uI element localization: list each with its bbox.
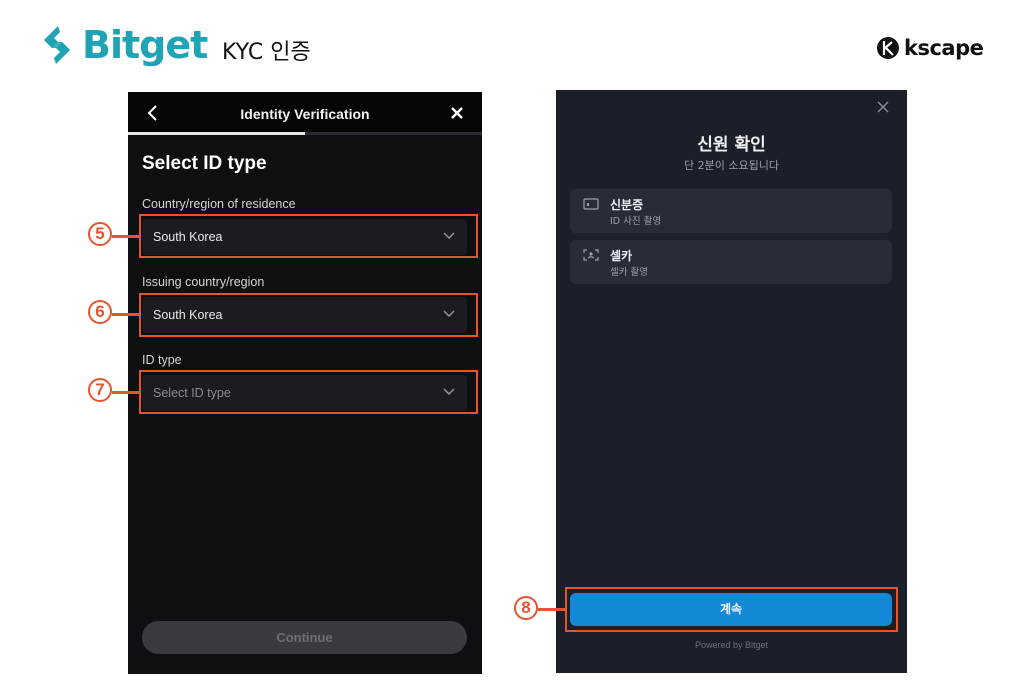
id-type-label: ID type bbox=[142, 353, 182, 367]
proceed-button[interactable]: 계속 bbox=[570, 593, 892, 626]
modal-subtitle: 단 2분이 소요됩니다 bbox=[684, 159, 779, 172]
progress-bar bbox=[128, 132, 482, 135]
issuing-country-label: Issuing country/region bbox=[142, 275, 265, 289]
residence-select[interactable]: South Korea bbox=[142, 219, 467, 255]
step-badge-6: 6 bbox=[88, 300, 112, 324]
chevron-down-icon bbox=[443, 388, 455, 395]
bitget-wordmark: Bitget bbox=[82, 23, 208, 67]
option-subtitle: 셀카 촬영 bbox=[610, 267, 648, 278]
connector-line bbox=[538, 608, 566, 611]
option-id-card[interactable]: 신분증 ID 사진 촬영 bbox=[570, 189, 892, 233]
connector-line bbox=[112, 235, 140, 238]
id-type-select[interactable]: Select ID type bbox=[142, 375, 467, 411]
issuing-country-select[interactable]: South Korea bbox=[142, 297, 467, 333]
chevron-down-icon bbox=[443, 310, 455, 317]
issuing-country-value: South Korea bbox=[153, 308, 223, 322]
nav-bar: Identity Verification bbox=[128, 92, 482, 134]
identity-verification-screen: Identity Verification Select ID type Cou… bbox=[128, 92, 482, 674]
kscape-wordmark: kscape bbox=[904, 36, 984, 60]
section-title: Select ID type bbox=[142, 153, 267, 174]
chevron-down-icon bbox=[443, 232, 455, 239]
powered-by-text: Powered by Bitget bbox=[694, 640, 769, 650]
connector-line bbox=[112, 313, 140, 316]
option-title: 신분증 bbox=[610, 198, 644, 212]
page-title: KYC 인증 bbox=[222, 40, 311, 65]
residence-value: South Korea bbox=[153, 230, 223, 244]
selfie-frame-icon bbox=[583, 249, 599, 261]
kscape-brand: kscape bbox=[876, 36, 984, 60]
continue-button[interactable]: Continue bbox=[142, 621, 467, 654]
option-title: 셀카 bbox=[610, 249, 633, 263]
connector-line bbox=[112, 391, 140, 394]
option-selfie[interactable]: 셀카 셀카 촬영 bbox=[570, 240, 892, 284]
id-type-placeholder: Select ID type bbox=[153, 386, 231, 400]
close-icon[interactable] bbox=[448, 104, 466, 122]
step-badge-7: 7 bbox=[88, 378, 112, 402]
progress-fill bbox=[128, 132, 305, 135]
step-badge-8: 8 bbox=[514, 596, 538, 620]
bitget-logo-icon bbox=[44, 26, 70, 64]
identity-check-modal: 신원 확인 단 2분이 소요됩니다 신분증 ID 사진 촬영 셀카 셀카 촬영 … bbox=[556, 90, 907, 673]
modal-title: 신원 확인 bbox=[697, 135, 766, 155]
residence-label: Country/region of residence bbox=[142, 197, 296, 211]
id-card-icon bbox=[583, 198, 599, 210]
step-badge-5: 5 bbox=[88, 222, 112, 246]
kscape-logo-icon bbox=[877, 37, 899, 59]
nav-title: Identity Verification bbox=[240, 106, 370, 122]
option-subtitle: ID 사진 촬영 bbox=[610, 216, 662, 227]
close-icon[interactable] bbox=[877, 101, 889, 113]
bitget-brand: Bitget bbox=[36, 22, 208, 68]
